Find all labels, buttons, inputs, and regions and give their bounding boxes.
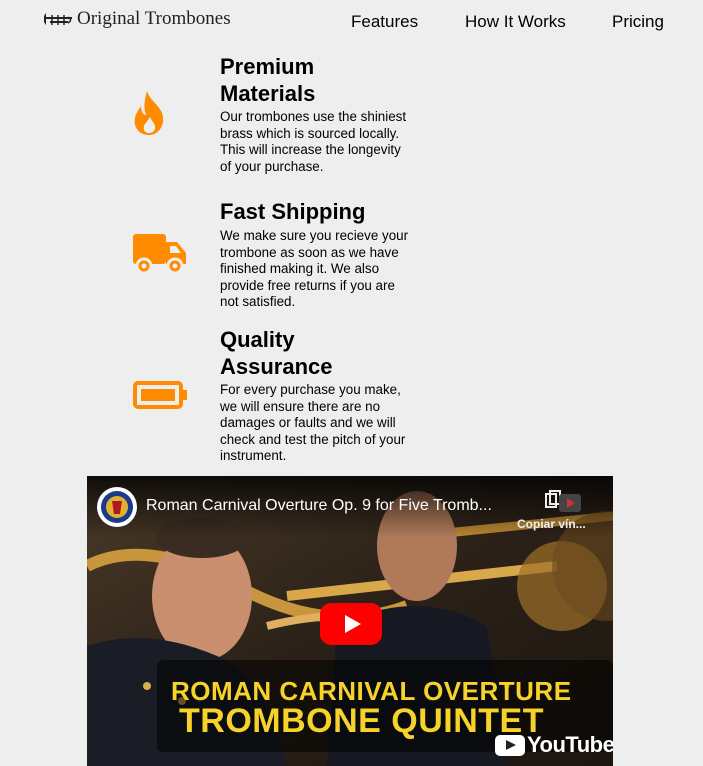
embedded-video[interactable]: Roman Carnival Overture Op. 9 for Five T…: [87, 476, 613, 766]
feature-title-line2: Assurance: [220, 354, 333, 379]
feature-title: Fast Shipping: [220, 199, 366, 224]
play-button[interactable]: [320, 603, 382, 645]
channel-avatar[interactable]: [97, 487, 137, 527]
logo[interactable]: Original Trombones: [42, 8, 231, 30]
feature-title-line1: Quality: [220, 327, 295, 352]
truck-icon: [133, 234, 186, 274]
trombone-logo-icon: [44, 13, 72, 25]
brand-name: Original Trombones: [77, 8, 231, 29]
site-header: Original Trombones Features How It Works…: [0, 0, 703, 44]
video-title[interactable]: Roman Carnival Overture Op. 9 for Five T…: [146, 497, 492, 515]
feature-description: We make sure you recieve your trombone a…: [220, 228, 409, 310]
youtube-label: YouTube: [527, 732, 613, 757]
nav-pricing[interactable]: Pricing: [612, 12, 664, 32]
banner-line2: TROMBONE QUINTET: [179, 702, 544, 740]
youtube-logo[interactable]: YouTube: [495, 732, 613, 758]
nav-features[interactable]: Features: [351, 12, 418, 32]
nav-how-it-works[interactable]: How It Works: [465, 12, 566, 32]
battery-icon: [133, 381, 187, 409]
feature-description: Our trombones use the shiniest brass whi…: [220, 109, 407, 174]
fire-icon: [134, 91, 164, 135]
feature-title-line1: Premium: [220, 54, 315, 79]
copy-link-icon[interactable]: [515, 490, 605, 540]
feature-description: For every purchase you make, we will ens…: [220, 382, 406, 464]
channel-emblem-icon: [101, 491, 133, 523]
youtube-play-icon: [495, 734, 525, 756]
feature-title-line2: Materials: [220, 81, 316, 106]
copy-link-label[interactable]: Copiar vín...: [517, 517, 586, 531]
